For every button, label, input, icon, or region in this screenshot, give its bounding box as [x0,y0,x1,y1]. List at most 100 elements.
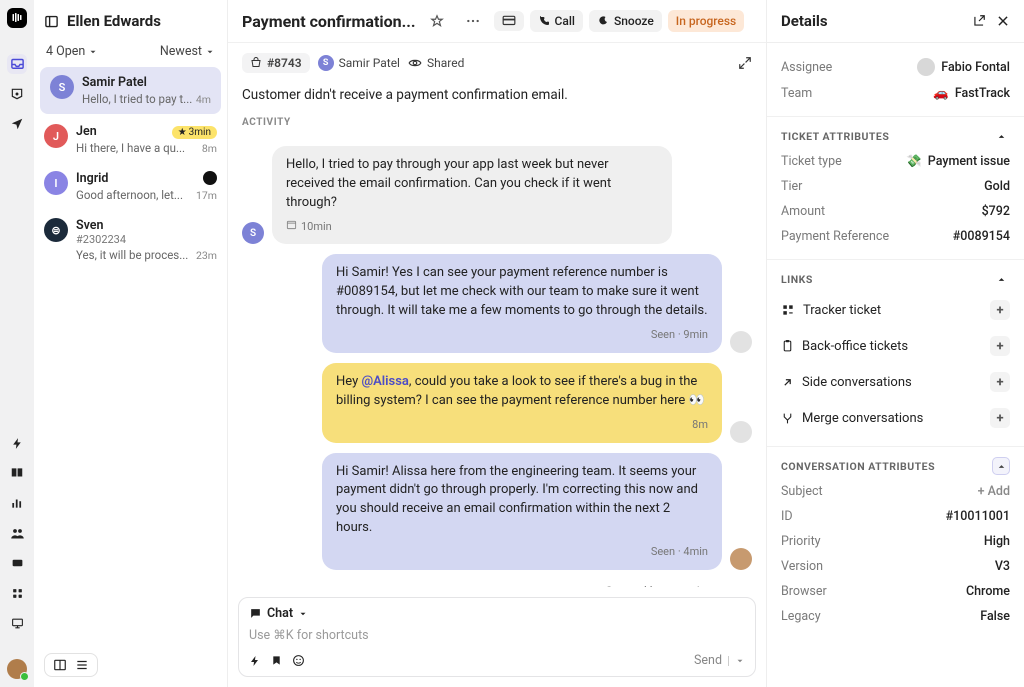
sort-filter[interactable]: Newest [160,44,215,59]
send-icon[interactable] [7,114,27,134]
message-incoming: Hello, I tried to pay through your app l… [272,146,672,244]
layout-list-icon[interactable] [75,658,89,672]
add-button[interactable]: + [990,300,1010,320]
layout-columns-icon[interactable] [53,658,67,672]
assignee-value[interactable]: Fabio Fontal [917,58,1010,76]
avatar: I [44,171,68,195]
nav-rail [0,0,34,687]
conv-time: 23m [196,249,217,262]
avatar: S [242,222,264,244]
legacy-value[interactable]: False [980,609,1010,624]
shared-indicator[interactable]: Shared [408,56,464,70]
conversation-panel: Payment confirmation... Call Snooze In p… [228,0,766,687]
ticket-id-chip[interactable]: #8743 [242,53,310,73]
link-side[interactable]: Side conversations+ [781,364,1010,400]
amount-value[interactable]: $792 [982,204,1010,219]
assignee-chip[interactable]: S Samir Patel [318,55,400,71]
open-filter[interactable]: 4 Open [46,44,98,59]
chart-icon[interactable] [7,493,27,513]
conversation-item[interactable]: S Samir Patel Hello, I tried to pay t...… [40,67,221,114]
ticket-attr-title: TICKET ATTRIBUTES [781,130,889,143]
browser-label: Browser [781,584,827,599]
tier-label: Tier [781,179,802,194]
activity-label: ACTIVITY [228,117,766,128]
team-icon: 🚗 [933,86,949,101]
message-reply: Hi Samir! Alissa here from the engineeri… [322,453,722,570]
bolt-icon[interactable] [249,655,261,667]
inbox-icon[interactable] [7,54,27,74]
app-logo[interactable] [7,8,27,28]
version-value[interactable]: V3 [995,559,1010,574]
add-button[interactable]: + [990,372,1010,392]
assignee-label: Assignee [781,60,832,75]
id-value[interactable]: #10011001 [946,509,1010,524]
emoji-icon[interactable] [292,654,305,667]
call-button[interactable]: Call [530,10,583,32]
chat-mode-label[interactable]: Chat [267,606,293,621]
conv-preview: Hi there, I have a qu... [76,141,217,155]
more-icon[interactable] [458,15,488,27]
bolt-icon[interactable] [7,433,27,453]
avatar-sm: S [318,55,334,71]
links-title: LINKS [781,273,813,286]
mentions-icon[interactable] [7,84,27,104]
priority-label: Priority [781,534,821,549]
snooze-button[interactable]: Snooze [589,10,662,32]
chevron-up-icon[interactable] [992,127,1010,145]
version-label: Version [781,559,823,574]
type-value[interactable]: 💸Payment issue [906,154,1010,169]
book-icon[interactable] [7,463,27,483]
conv-name: Sven [76,218,217,233]
tracker-icon [781,303,795,317]
team-value[interactable]: 🚗FastTrack [933,86,1010,101]
composer-input[interactable]: Use ⌘K for shortcuts [249,621,745,653]
status-pill[interactable]: In progress [668,10,744,32]
tier-value[interactable]: Gold [984,179,1010,194]
view-switcher [44,653,98,677]
send-button[interactable]: Send [694,653,745,668]
desktop-icon[interactable] [7,613,27,633]
conv-preview: Hello, I tried to pay t... [82,92,211,106]
add-button[interactable]: + [990,408,1010,428]
bookmark-icon[interactable] [271,654,282,667]
conv-ref: #2302234 [76,233,217,246]
link-tracker[interactable]: Tracker ticket+ [781,292,1010,328]
avatar: J [44,124,68,148]
ref-value[interactable]: #0089154 [953,229,1010,244]
card-icon[interactable] [494,11,524,31]
conversation-item[interactable]: I Ingrid Good afternoon, let... 17m [34,163,227,210]
clipboard-icon [781,339,794,353]
close-icon[interactable] [996,14,1010,28]
subject-label: Subject [781,484,823,499]
team-label: Team [781,86,812,101]
chevron-up-icon[interactable] [992,270,1010,288]
amount-label: Amount [781,204,825,219]
conversation-item[interactable]: J Jen Hi there, I have a qu... ★ 3min 8m [34,116,227,163]
chevron-up-icon[interactable] [992,457,1010,475]
profile-avatar[interactable] [7,659,27,679]
queue-title: Ellen Edwards [67,12,161,30]
link-merge[interactable]: Merge conversations+ [781,400,1010,436]
link-backoffice[interactable]: Back-office tickets+ [781,328,1010,364]
popout-icon[interactable] [972,14,986,28]
message-note: Hey @Alissa, could you take a look to se… [322,363,722,443]
details-panel: Details Assignee Fabio Fontal Team 🚗Fast… [766,0,1024,687]
legacy-label: Legacy [781,609,821,624]
conversation-item[interactable]: ⊜ Sven #2302234 Yes, it will be proces..… [34,210,227,270]
wait-badge: ★ 3min [172,124,217,139]
people-icon[interactable] [7,523,27,543]
star-icon[interactable] [422,10,452,32]
ref-label: Payment Reference [781,229,889,244]
merge-icon [781,412,794,425]
apps-icon[interactable] [7,583,27,603]
expand-icon[interactable] [738,56,752,70]
message-icon[interactable] [7,553,27,573]
arrow-icon [781,376,794,389]
sidebar-toggle-icon[interactable] [44,14,59,29]
browser-value[interactable]: Chrome [966,584,1010,599]
conv-attr-title: CONVERSATION ATTRIBUTES [781,460,935,473]
subject-value[interactable]: + Add [978,484,1010,499]
priority-value[interactable]: High [984,534,1010,549]
chat-mode-icon[interactable] [249,607,262,620]
add-button[interactable]: + [990,336,1010,356]
